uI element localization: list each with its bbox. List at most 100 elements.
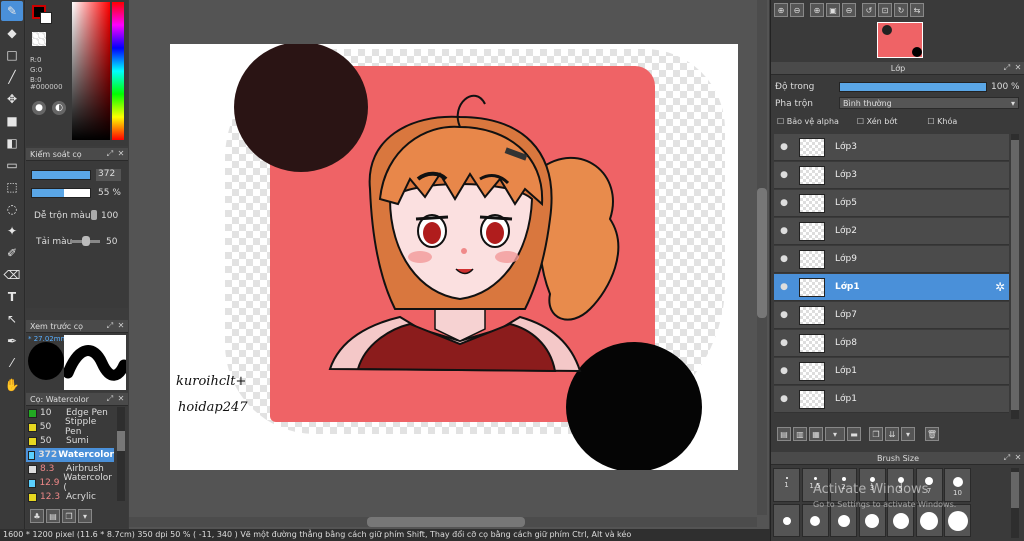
brush-settings-icon[interactable]: ♣ [30,509,44,523]
line-tool-icon[interactable]: ╱ [1,67,23,87]
select-eraser-icon[interactable]: ⌫ [1,265,23,285]
layer-settings-gear-icon[interactable]: ✲ [995,280,1005,294]
brush-opacity-slider[interactable] [31,188,91,198]
hand-tool-icon[interactable]: ✋ [1,375,23,395]
layer-row[interactable]: ● Lớp1 ✲ [774,274,1009,301]
zoom-in-icon[interactable]: ⊕ [774,3,788,17]
layer-row[interactable]: ● Lớp1 [774,358,1009,385]
brush-size-slider[interactable] [31,170,91,180]
layer-visibility-icon[interactable]: ● [774,198,794,208]
actual-size-icon[interactable]: ▣ [826,3,840,17]
layer-visibility-icon[interactable]: ● [774,366,794,376]
fill-shape-icon[interactable]: ■ [1,111,23,131]
magic-wand-icon[interactable]: ✦ [1,221,23,241]
new-layer-menu-icon[interactable]: ▾ [825,427,845,441]
brush-tool-icon[interactable]: ✎ [1,1,23,21]
layer-row[interactable]: ● Lớp3 [774,162,1009,189]
layer-visibility-icon[interactable]: ● [774,254,794,264]
horizontal-scrollbar[interactable] [129,517,757,527]
zoom-reset-icon[interactable]: ⊖ [842,3,856,17]
panel-expand-icon[interactable]: ⤢ [106,149,114,158]
blend-slider-knob[interactable] [91,210,97,220]
layer-blend-select[interactable]: Bình thường ▾ [839,97,1019,109]
hue-slider[interactable] [112,2,124,140]
rotate-right-icon[interactable]: ↻ [894,3,908,17]
brush-size-cell[interactable]: 10 [944,468,971,502]
saturation-value-picker[interactable] [72,2,110,140]
paint-load-knob[interactable] [82,236,90,246]
select-pen-icon[interactable]: ✐ [1,243,23,263]
layer-visibility-icon[interactable]: ● [774,226,794,236]
new-halftone-layer-icon[interactable]: ▥ [793,427,807,441]
add-brush-icon[interactable]: ▤ [46,509,60,523]
select-tool-icon[interactable]: ⬚ [1,177,23,197]
duplicate-layer-icon[interactable]: ❐ [869,427,883,441]
copy-brush-icon[interactable]: ❐ [62,509,76,523]
layer-visibility-icon[interactable]: ● [774,310,794,320]
panel-close-icon[interactable]: ✕ [117,394,125,403]
brush-size-scrollbar[interactable] [1011,468,1019,538]
new-1bit-layer-icon[interactable]: ▦ [809,427,823,441]
panel-expand-icon[interactable]: ⤢ [106,321,114,330]
brush-size-value[interactable]: 372 [96,169,121,181]
brush-list-item[interactable]: 50 Stipple Pen [26,417,114,437]
panel-close-icon[interactable]: ✕ [117,321,125,330]
move-tool-icon[interactable]: ✥ [1,89,23,109]
transparent-color-swatch[interactable] [32,32,46,46]
vertical-scrollbar[interactable] [757,0,767,515]
delete-layer-icon[interactable]: 🗑 [925,427,939,441]
brush-list-scrollbar[interactable] [117,407,125,501]
fit-window-icon[interactable]: ⊡ [878,3,892,17]
lasso-tool-icon[interactable]: ◌ [1,199,23,219]
new-layer-icon[interactable]: ▤ [777,427,791,441]
layer-opacity-slider[interactable] [839,82,987,92]
drawing-canvas[interactable]: kuroihclt+ hoidap247 [170,44,738,470]
rotate-left-icon[interactable]: ↺ [862,3,876,17]
layer-row[interactable]: ● Lớp5 [774,190,1009,217]
panel-close-icon[interactable]: ✕ [1014,63,1022,72]
lock-checkbox[interactable]: ☐ Khóa [927,117,957,126]
brush-size-cell[interactable]: 1 [773,468,800,502]
brush-size-cell[interactable] [773,504,800,537]
dropper-tool-icon[interactable]: ✒ [1,331,23,351]
new-folder-icon[interactable]: ▬ [847,427,861,441]
panel-close-icon[interactable]: ✕ [1014,453,1022,462]
zoom-fit-icon[interactable]: ⊕ [810,3,824,17]
layer-visibility-icon[interactable]: ● [774,394,794,404]
canvas-area[interactable]: kuroihclt+ hoidap247 [129,0,769,529]
layer-row[interactable]: ● Lớp1 [774,386,1009,413]
bucket-fill-icon[interactable]: ◧ [1,133,23,153]
rectangle-select-icon[interactable]: □ [1,45,23,65]
layer-visibility-icon[interactable]: ● [774,170,794,180]
layer-visibility-icon[interactable]: ● [774,338,794,348]
panel-expand-icon[interactable]: ⤢ [1003,453,1011,462]
navigator-thumbnail[interactable] [877,22,923,58]
panel-expand-icon[interactable]: ⤢ [106,394,114,403]
merge-layer-icon[interactable]: ⇊ [885,427,899,441]
zoom-out-icon[interactable]: ⊖ [790,3,804,17]
text-tool-icon[interactable]: T [1,287,23,307]
layer-row[interactable]: ● Lớp8 [774,330,1009,357]
protect-alpha-checkbox[interactable]: ☐ Bảo vệ alpha [777,117,839,126]
operation-tool-icon[interactable]: ↖ [1,309,23,329]
layer-visibility-icon[interactable]: ● [774,282,794,292]
layer-settings-icon[interactable]: ▾ [901,427,915,441]
color-history-icon[interactable]: ◐ [52,101,66,115]
gradient-tool-icon[interactable]: ▭ [1,155,23,175]
secondary-color-swatch[interactable] [40,12,52,24]
layer-row[interactable]: ● Lớp2 [774,218,1009,245]
layer-row[interactable]: ● Lớp9 [774,246,1009,273]
panel-expand-icon[interactable]: ⤢ [1003,63,1011,72]
flip-icon[interactable]: ⇆ [910,3,924,17]
color-palette-icon[interactable]: ● [32,101,46,115]
eraser-tool-icon[interactable]: ◆ [1,23,23,43]
layer-scrollbar[interactable] [1011,134,1019,419]
brush-menu-icon[interactable]: ▾ [78,509,92,523]
layer-visibility-icon[interactable]: ● [774,142,794,152]
layer-row[interactable]: ● Lớp3 [774,134,1009,161]
brush-list-item[interactable]: 372 Watercolor [26,448,114,462]
eyedropper-icon[interactable]: ⁄ [1,353,23,373]
layer-row[interactable]: ● Lớp7 [774,302,1009,329]
brush-list-item[interactable]: 12.9 Watercolor ( [26,473,114,493]
panel-close-icon[interactable]: ✕ [117,149,125,158]
